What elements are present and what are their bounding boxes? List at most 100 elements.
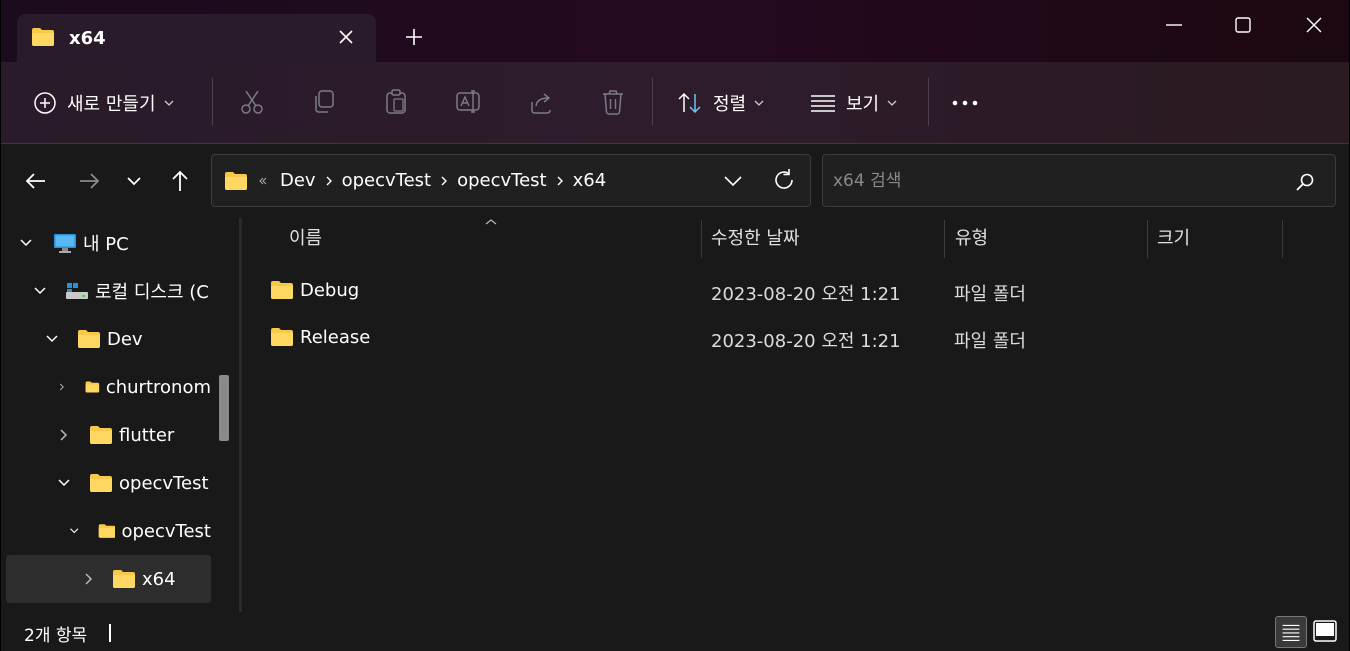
sort-button-label: 정렬 xyxy=(713,94,747,115)
table-row[interactable]: Debug 2023-08-20 오전 1:21 파일 폴더 xyxy=(262,268,1342,314)
window-close-icon[interactable] xyxy=(1299,10,1329,40)
tree-item-label: 로컬 디스크 (C xyxy=(95,282,209,303)
view-button[interactable]: 보기 xyxy=(810,82,897,124)
chevron-right-icon[interactable] xyxy=(324,175,334,187)
tab-x64[interactable]: x64 xyxy=(17,14,376,62)
delete-icon[interactable] xyxy=(600,88,626,116)
folder-icon xyxy=(90,474,112,492)
plus-circle-icon xyxy=(34,92,56,114)
column-header-modified[interactable]: 수정한 날짜 xyxy=(711,218,800,260)
tree-item-dev[interactable]: Dev xyxy=(45,316,143,362)
list-view-icon xyxy=(811,95,835,112)
tree-item-flutter[interactable]: flutter xyxy=(59,412,174,458)
share-icon[interactable] xyxy=(528,88,554,116)
chevron-right-icon[interactable] xyxy=(84,572,94,586)
column-header-type[interactable]: 유형 xyxy=(955,218,988,260)
close-icon[interactable] xyxy=(333,24,359,50)
minimize-icon[interactable] xyxy=(1159,10,1189,40)
navigation-pane: 내 PC 로컬 디스크 (C Dev churtronom flutter op… xyxy=(1,218,239,612)
sort-icon xyxy=(678,92,701,114)
divider xyxy=(928,78,929,126)
copy-icon[interactable] xyxy=(311,88,337,116)
folder-icon xyxy=(85,381,100,393)
column-divider[interactable] xyxy=(1147,220,1148,258)
back-arrow-icon[interactable] xyxy=(21,166,51,196)
tree-item-opecvtest-inner[interactable]: opecvTest xyxy=(69,508,211,554)
command-bar: 새로 만들기 정렬 보기 xyxy=(1,62,1349,144)
chevron-down-icon xyxy=(754,100,764,106)
file-type: 파일 폴더 xyxy=(954,331,1026,352)
title-bar: x64 xyxy=(1,0,1349,62)
recent-locations-chevron-icon[interactable] xyxy=(119,166,149,196)
column-header-name[interactable]: 이름 xyxy=(289,218,322,260)
chevron-right-icon[interactable] xyxy=(59,428,69,442)
up-arrow-icon[interactable] xyxy=(165,166,195,196)
chevron-down-icon[interactable] xyxy=(69,526,80,536)
file-type: 파일 폴더 xyxy=(954,284,1026,305)
tree-item-label: opecvTest xyxy=(119,472,209,494)
refresh-icon[interactable] xyxy=(772,168,796,192)
breadcrumb-opecvtest[interactable]: opecvTest xyxy=(342,170,432,191)
navigation-bar: Dev opecvTest opecvTest x64 xyxy=(1,144,1349,218)
maximize-icon[interactable] xyxy=(1228,10,1258,40)
file-list: 이름 수정한 날짜 유형 크기 Debug 2023-08-20 오전 1:21… xyxy=(242,218,1349,612)
column-divider[interactable] xyxy=(1282,220,1283,258)
chevron-down-icon[interactable] xyxy=(19,238,33,248)
table-row[interactable]: Release 2023-08-20 오전 1:21 파일 폴더 xyxy=(262,315,1342,361)
divider xyxy=(212,78,213,126)
chevron-down-icon[interactable] xyxy=(57,478,71,488)
folder-icon xyxy=(271,281,293,299)
column-divider[interactable] xyxy=(944,220,945,258)
breadcrumb-x64[interactable]: x64 xyxy=(573,170,607,191)
sidebar-scrollbar-thumb[interactable] xyxy=(219,375,229,441)
paste-icon[interactable] xyxy=(383,88,409,116)
status-divider xyxy=(109,624,111,642)
folder-icon xyxy=(271,328,293,346)
file-modified: 2023-08-20 오전 1:21 xyxy=(711,331,901,352)
folder-icon xyxy=(113,570,135,588)
breadcrumb-dev[interactable]: Dev xyxy=(280,170,316,191)
search-input[interactable] xyxy=(833,167,1273,195)
monitor-icon xyxy=(54,234,76,253)
chevron-down-icon xyxy=(164,100,173,106)
folder-icon xyxy=(32,28,54,46)
drive-icon xyxy=(66,283,88,299)
chevron-down-icon[interactable] xyxy=(45,334,59,344)
search-icon[interactable] xyxy=(1295,172,1315,192)
search-box[interactable] xyxy=(822,154,1336,207)
breadcrumb-opecvtest-inner[interactable]: opecvTest xyxy=(457,170,547,191)
status-bar: 2개 항목 xyxy=(1,612,1349,651)
tree-item-churtronom[interactable]: churtronom xyxy=(59,364,211,410)
tree-item-label: x64 xyxy=(142,568,176,590)
rename-icon[interactable] xyxy=(455,88,483,116)
column-divider[interactable] xyxy=(701,220,702,258)
cut-icon[interactable] xyxy=(239,88,265,116)
large-icons-view-icon[interactable] xyxy=(1309,616,1341,648)
file-explorer-window: x64 새로 만들기 정렬 보기 Dev opecvTest opecvTest… xyxy=(1,0,1349,651)
add-tab-icon[interactable] xyxy=(401,24,427,50)
file-name: Debug xyxy=(300,280,360,301)
tree-item-local-disk[interactable]: 로컬 디스크 (C xyxy=(33,268,209,314)
chevron-down-icon[interactable] xyxy=(33,286,47,296)
new-button[interactable]: 새로 만들기 xyxy=(33,82,174,124)
tree-item-opecvtest[interactable]: opecvTest xyxy=(57,460,209,506)
chevron-right-icon[interactable] xyxy=(59,380,65,394)
chevron-right-icon[interactable] xyxy=(555,175,565,187)
more-options-icon[interactable] xyxy=(951,96,981,110)
details-view-icon[interactable] xyxy=(1275,616,1307,648)
folder-icon xyxy=(225,172,247,190)
column-header-size[interactable]: 크기 xyxy=(1157,218,1190,260)
overflow-chevron-icon[interactable] xyxy=(258,176,268,186)
file-name: Release xyxy=(300,327,371,348)
file-modified: 2023-08-20 오전 1:21 xyxy=(711,284,901,305)
address-bar[interactable]: Dev opecvTest opecvTest x64 xyxy=(211,154,811,207)
new-button-label: 새로 만들기 xyxy=(67,94,156,115)
sort-button[interactable]: 정렬 xyxy=(677,82,764,124)
view-button-label: 보기 xyxy=(846,94,880,115)
chevron-right-icon[interactable] xyxy=(439,175,449,187)
folder-icon xyxy=(90,426,112,444)
tree-item-x64-selected[interactable]: x64 xyxy=(6,555,211,603)
tree-item-this-pc[interactable]: 내 PC xyxy=(19,220,129,266)
forward-arrow-icon[interactable] xyxy=(74,166,104,196)
chevron-down-icon[interactable] xyxy=(722,171,744,191)
